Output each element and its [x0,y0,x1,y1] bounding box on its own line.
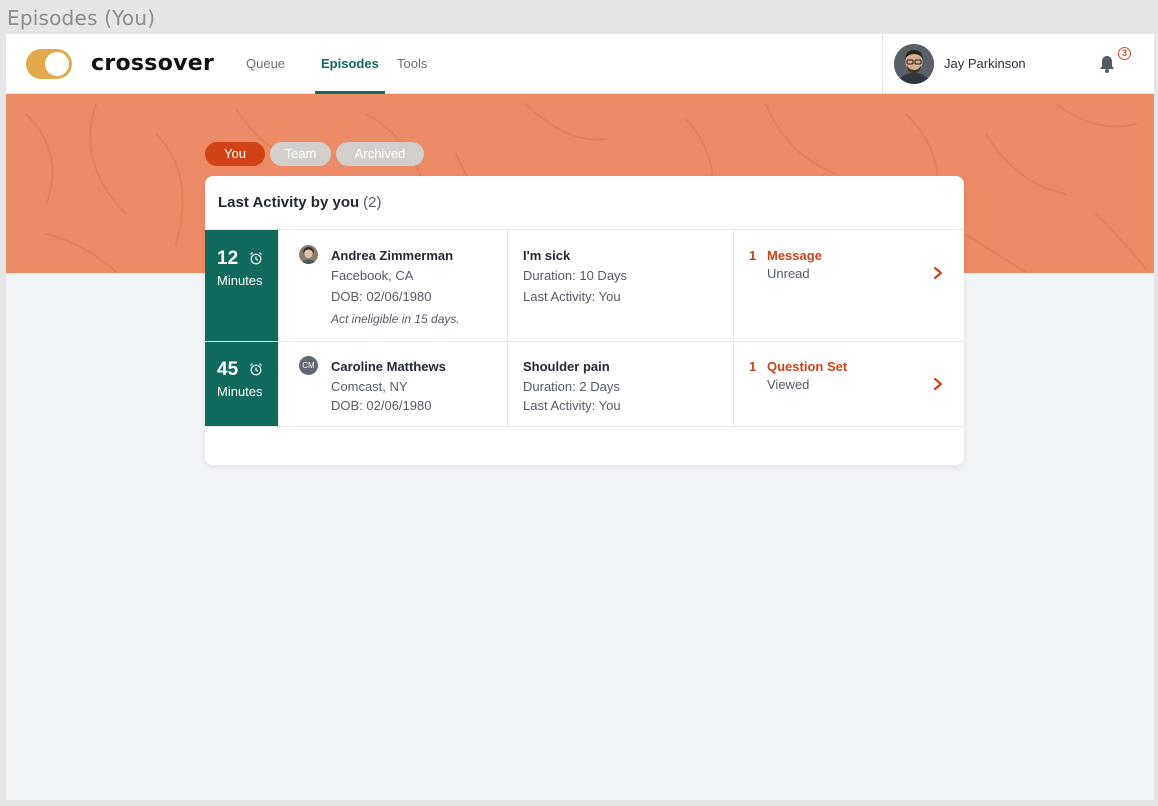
filter-team[interactable]: Team [270,142,331,166]
wait-time-value: 45 [217,359,239,380]
wait-timer: 45 Minutes [205,342,278,426]
last-activity: Last Activity: You [523,398,621,413]
nav-episodes[interactable]: Episodes [315,34,385,94]
complaint-duration: Duration: 2 Days [523,379,620,394]
top-bar: crossover Queue Episodes Tools Jay Parki… [6,34,1154,94]
header-divider [882,34,883,94]
toggle-knob [45,52,69,76]
frame-title: Episodes (You) [7,6,156,30]
chevron-right-icon[interactable] [932,266,944,280]
card-title: Last Activity by you [218,194,360,211]
divider [507,342,508,426]
user-avatar[interactable] [894,44,934,84]
patient-name[interactable]: Andrea Zimmerman [331,248,453,263]
user-name[interactable]: Jay Parkinson [944,56,1026,71]
card-count: (2) [363,194,382,211]
divider [278,342,279,426]
complaint-title: I'm sick [523,248,571,263]
patient-initials-avatar: CM [299,356,318,375]
divider [733,230,734,341]
user-avatar-portrait [894,44,934,84]
nav-tools[interactable]: Tools [397,34,427,94]
divider [278,230,279,341]
alarm-clock-icon [250,363,262,376]
divider [205,426,964,427]
divider [733,342,734,426]
alert-count: 1 [749,248,757,263]
patient-photo [299,245,318,264]
chevron-right-icon[interactable] [932,377,944,391]
patient-location: Facebook, CA [331,268,414,283]
eligibility-note: Act ineligible in 15 days. [331,312,460,326]
divider [507,230,508,341]
availability-toggle[interactable] [26,49,72,79]
patient-location: Comcast, NY [331,379,408,394]
complaint-duration: Duration: 10 Days [523,268,628,283]
alert-status: Viewed [767,377,810,392]
app-canvas: crossover Queue Episodes Tools Jay Parki… [6,34,1154,800]
bell-icon[interactable] [1099,54,1115,74]
filter-you[interactable]: You [205,142,265,166]
episode-row[interactable]: 12 Minutes Andrea Zimmerman Facebook, CA… [205,230,964,341]
last-activity: Last Activity: You [523,289,621,304]
alert-type: Question Set [767,359,848,374]
wait-time-unit: Minutes [217,384,263,399]
wait-time-value: 12 [217,248,239,269]
patient-name[interactable]: Caroline Matthews [331,359,446,374]
alert-status: Unread [767,266,810,281]
complaint-title: Shoulder pain [523,359,610,374]
alert-type: Message [767,248,822,263]
brand-logo: crossover [91,51,215,76]
card-header: Last Activity by you (2) [218,194,382,211]
filter-archived[interactable]: Archived [336,142,424,166]
wait-timer: 12 Minutes [205,230,278,341]
patient-dob: DOB: 02/06/1980 [331,398,432,413]
episode-row[interactable]: 45 Minutes CM Caroline Matthews Comcast,… [205,342,964,426]
patient-dob: DOB: 02/06/1980 [331,289,432,304]
notification-badge: 3 [1118,47,1131,60]
episodes-card: Last Activity by you (2) 12 Minutes Andr… [205,176,964,465]
nav-queue[interactable]: Queue [246,34,285,94]
patient-avatar [299,245,318,264]
alarm-clock-icon [250,252,262,265]
alert-count: 1 [749,359,757,374]
wait-time-unit: Minutes [217,273,263,288]
